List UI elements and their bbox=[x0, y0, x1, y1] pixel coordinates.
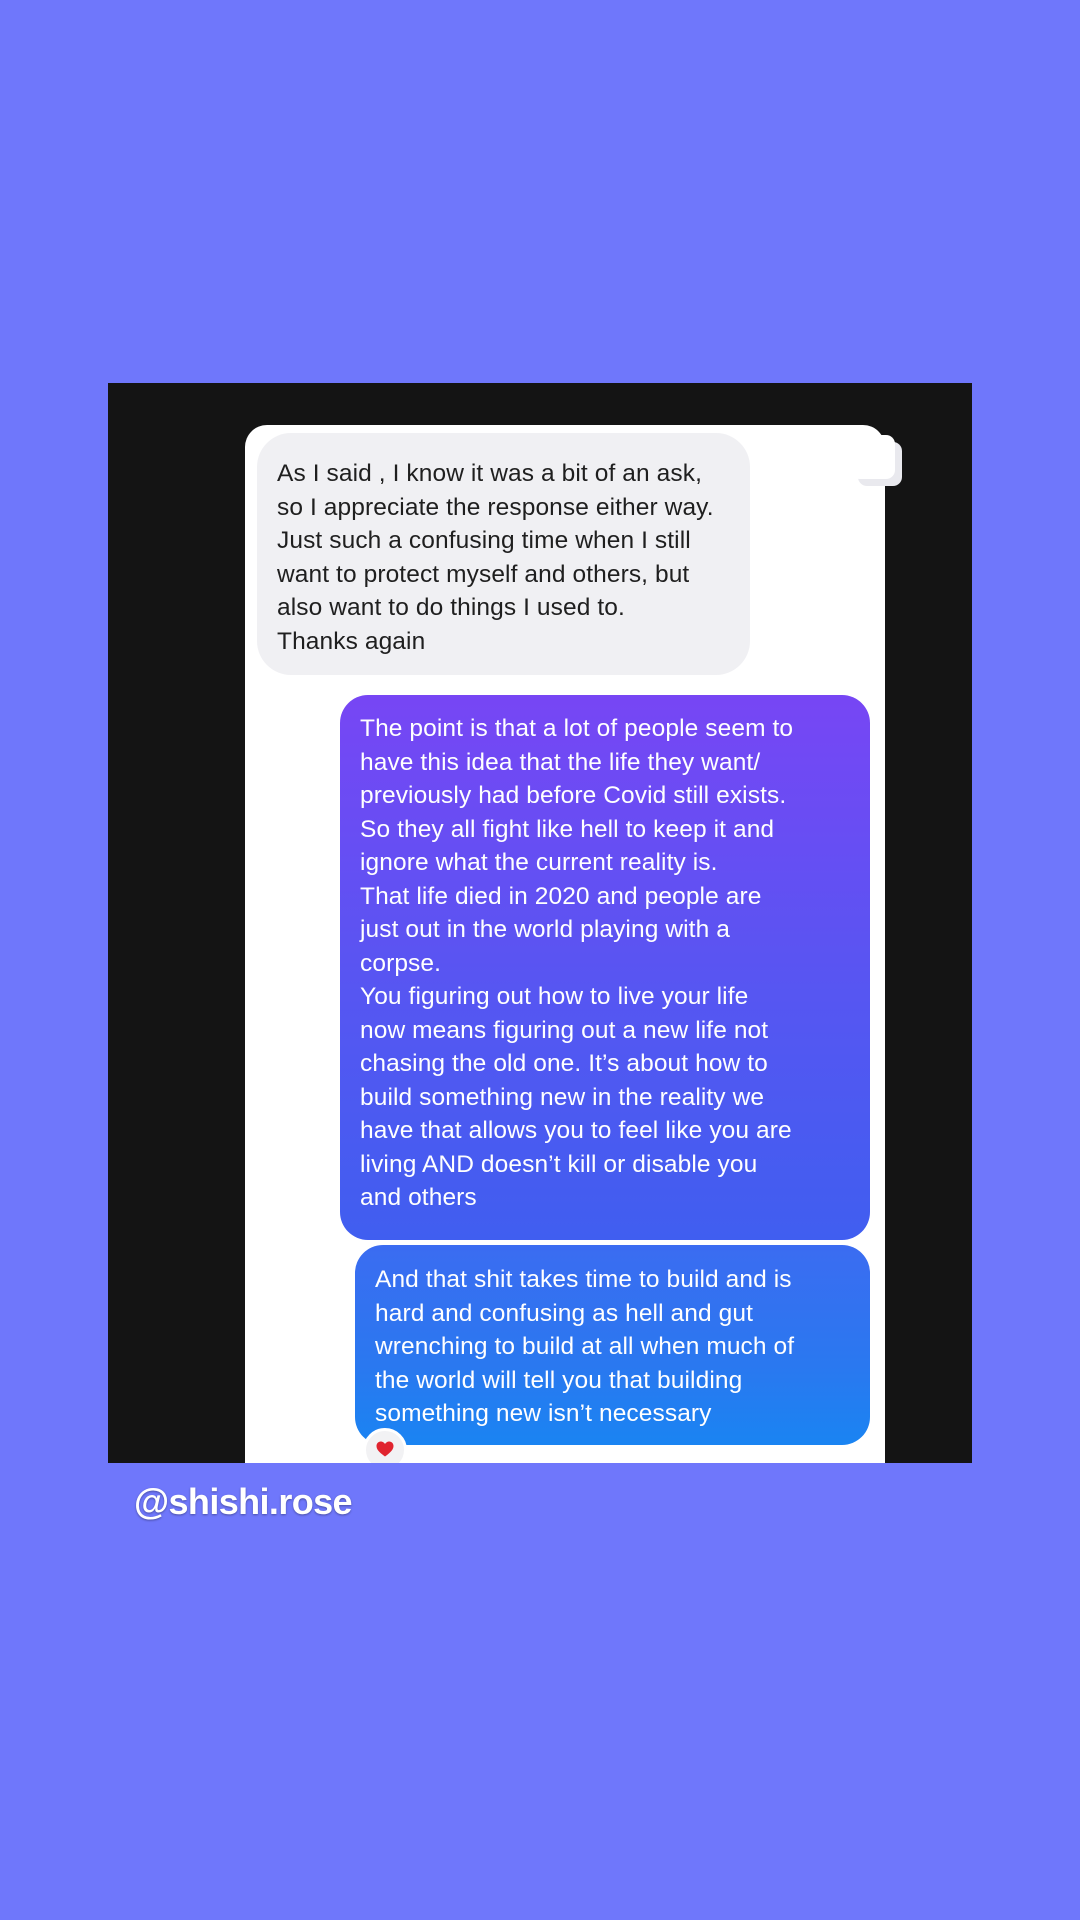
message-line: corpse. bbox=[360, 949, 442, 977]
message-line: So they all fight like hell to keep it a… bbox=[360, 815, 775, 843]
heart-icon bbox=[376, 1441, 394, 1457]
message-line: previously had before Covid still exists… bbox=[360, 782, 787, 809]
message-line: You figuring out how to live your life bbox=[360, 983, 749, 1010]
incoming-message-bubble[interactable]: As I said , I know it was a bit of an as… bbox=[257, 433, 750, 675]
message-line: That life died in 2020 and people are bbox=[360, 882, 762, 910]
message-line: want to protect myself and others, but bbox=[277, 560, 690, 588]
message-line: And that shit takes time to build and is bbox=[375, 1266, 792, 1293]
outgoing-message-bubble[interactable]: The point is that a lot of people seem t… bbox=[340, 695, 870, 1240]
outgoing-message-bubble[interactable]: And that shit takes time to build and is… bbox=[355, 1245, 870, 1445]
message-line: build something new in the reality we bbox=[360, 1083, 765, 1111]
message-line: now means figuring out a new life not bbox=[360, 1016, 769, 1044]
message-line: chasing the old one. It’s about how to bbox=[360, 1050, 768, 1077]
message-line: have this idea that the life they want/ bbox=[360, 748, 761, 776]
message-line: the world will tell you that building bbox=[375, 1366, 743, 1394]
message-line: just out in the world playing with a bbox=[360, 916, 730, 943]
message-line: so I appreciate the response either way. bbox=[277, 493, 714, 521]
message-line: living AND doesn’t kill or disable you bbox=[360, 1150, 758, 1178]
message-line: and others bbox=[360, 1184, 477, 1211]
copy-stack-icon[interactable] bbox=[848, 433, 914, 499]
message-line: Just such a confusing time when I still bbox=[277, 527, 691, 554]
message-line: also want to do things I used to. bbox=[277, 594, 625, 621]
message-line: have that allows you to feel like you ar… bbox=[360, 1117, 792, 1144]
username-handle[interactable]: @shishi.rose bbox=[134, 1480, 353, 1524]
message-line: ignore what the current reality is. bbox=[360, 849, 718, 876]
message-line: wrenching to build at all when much of bbox=[375, 1333, 795, 1360]
message-line: something new isn’t necessary bbox=[375, 1400, 712, 1427]
message-thread: As I said , I know it was a bit of an as… bbox=[245, 425, 885, 1463]
message-line: Thanks again bbox=[277, 627, 426, 655]
message-line: As I said , I know it was a bit of an as… bbox=[277, 460, 702, 487]
message-line: The point is that a lot of people seem t… bbox=[360, 715, 794, 742]
message-line: hard and confusing as hell and gut bbox=[375, 1299, 753, 1327]
